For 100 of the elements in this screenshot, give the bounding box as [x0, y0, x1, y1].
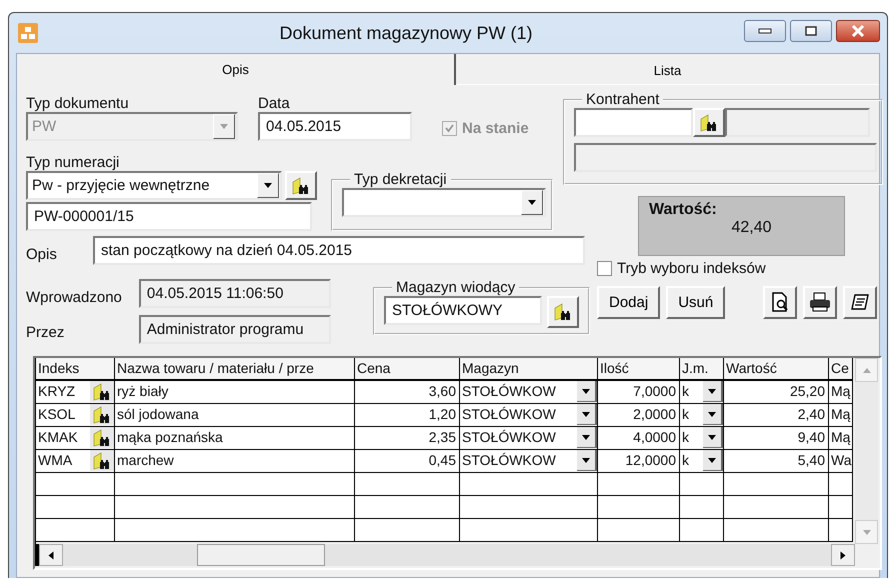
total-value: 42,40 [731, 219, 772, 237]
column-header[interactable]: Nazwa towaru / materiału / prze [115, 358, 355, 381]
column-header[interactable]: Wartość [724, 358, 829, 381]
preview-icon [770, 292, 790, 312]
table-cell: 5,40 [724, 450, 829, 473]
dropdown-button[interactable] [703, 381, 723, 402]
dropdown-button[interactable] [577, 381, 597, 402]
action-button[interactable]: Usuń [666, 286, 726, 318]
table-cell: 9,40 [724, 427, 829, 450]
dropdown-button[interactable] [577, 450, 597, 471]
author-field: Administrator programu [138, 315, 331, 344]
horizontal-scrollbar[interactable] [35, 544, 855, 566]
warehouse-field[interactable]: STOŁÓWKOWY [384, 296, 542, 325]
date-field[interactable]: 04.05.2015 [258, 112, 412, 141]
table-cell: Wa [829, 450, 853, 473]
table-cell-text: STOŁÓWKOW [462, 452, 557, 470]
entered-date-field: 04.05.2015 11:06:50 [138, 279, 331, 308]
column-header[interactable]: Ilość [598, 358, 680, 381]
checkbox-label: Tryb wyboru indeksów [617, 260, 766, 276]
binoculars-icon [292, 176, 310, 194]
table-cell-text: k [682, 429, 690, 447]
caret-icon [582, 434, 590, 440]
table-cell-text: KSOL [38, 406, 76, 424]
table-cell: 2,40 [724, 404, 829, 427]
binoculars-button[interactable] [285, 171, 317, 200]
binoculars-icon [93, 452, 111, 470]
dropdown-button[interactable] [703, 450, 723, 471]
group-label: Typ dekretacji [353, 171, 448, 188]
script-button[interactable] [843, 286, 878, 318]
scroll-icon [850, 292, 870, 312]
table-cell: ryż biały [115, 381, 355, 404]
caret-icon [220, 124, 228, 129]
binoculars-icon [93, 428, 111, 446]
binoculars-button[interactable] [693, 108, 725, 137]
checkbox-label: Na stanie [462, 120, 529, 136]
caret-icon [582, 388, 590, 394]
print-preview-button[interactable] [763, 286, 798, 318]
printer-icon [809, 292, 832, 312]
caret-icon [582, 412, 590, 416]
table-cell: 2,35 [355, 427, 460, 450]
binoculars-button[interactable] [90, 450, 114, 471]
dropdown-button[interactable] [703, 404, 723, 425]
vertical-scrollbar[interactable] [855, 358, 878, 544]
table-cell-text: STOŁÓWKOW [462, 406, 557, 424]
dropdown-button[interactable] [577, 404, 597, 425]
print-button[interactable] [803, 286, 838, 318]
table-cell-text: KMAK [38, 429, 78, 447]
close-button[interactable] [836, 20, 880, 42]
caret-icon [708, 434, 716, 440]
table-cell: Mą [829, 381, 853, 404]
group-label: Kontrahent [585, 91, 660, 108]
binoculars-button[interactable] [90, 381, 114, 402]
table-cell: sól jodowana [115, 404, 355, 427]
binoculars-button[interactable] [90, 404, 114, 425]
dropdown-button[interactable] [703, 427, 723, 448]
group-label: Magazyn wiodący [395, 279, 516, 296]
scroll-left-icon [48, 551, 54, 559]
check-icon [444, 122, 455, 134]
table-cell: 1,20 [355, 404, 460, 427]
column-header[interactable]: Cena [355, 358, 460, 381]
checkbox[interactable] [597, 260, 612, 276]
total-label: Wartość: [649, 201, 717, 219]
field-label: Opis [26, 245, 58, 263]
table-cell: marchew [115, 450, 355, 473]
table-cell: 25,20 [724, 381, 829, 404]
scroll-thumb[interactable] [197, 544, 325, 566]
close-icon [851, 25, 865, 37]
field-label: Typ numeracji [26, 154, 120, 171]
document-number-field[interactable]: PW-000001/15 [26, 202, 312, 231]
column-header[interactable]: J.m. [680, 358, 724, 381]
binoculars-button[interactable] [547, 296, 579, 328]
caret-icon [708, 412, 716, 416]
field-label: Przez [26, 324, 66, 340]
posting-type-dropdown[interactable] [342, 188, 546, 217]
table-cell: 0,45 [355, 450, 460, 473]
column-header[interactable]: Ce [829, 358, 853, 381]
binoculars-button[interactable] [90, 427, 114, 448]
table-cell: 4,0000 [598, 427, 680, 450]
table-cell-text: WMA [38, 452, 72, 470]
maximize-button[interactable] [790, 20, 832, 42]
table-cell: Mą [829, 427, 853, 450]
table-cell-text: STOŁÓWKOW [462, 429, 557, 447]
caret-icon [264, 183, 272, 188]
window-title: Dokument magazynowy PW (1) [278, 22, 534, 44]
binoculars-icon [700, 114, 718, 132]
minimize-button[interactable] [744, 20, 786, 42]
field-label: Wprowadzono [26, 288, 123, 306]
scroll-right-icon [840, 551, 846, 559]
table-cell-text: KRYZ [38, 383, 76, 401]
contractor-code-field[interactable] [574, 108, 693, 137]
binoculars-icon [93, 406, 111, 424]
caret-icon [708, 388, 716, 394]
column-header[interactable]: Indeks [36, 358, 115, 381]
numbering-type-dropdown[interactable]: Pw - przyjęcie wewnętrzne [26, 171, 282, 200]
column-header[interactable]: Magazyn [460, 358, 598, 381]
table-cell-text: k [682, 452, 690, 470]
description-field[interactable]: stan początkowy na dzień 04.05.2015 [93, 236, 585, 265]
caret-icon [582, 458, 590, 462]
dropdown-button[interactable] [577, 427, 597, 448]
action-button[interactable]: Dodaj [597, 286, 660, 318]
